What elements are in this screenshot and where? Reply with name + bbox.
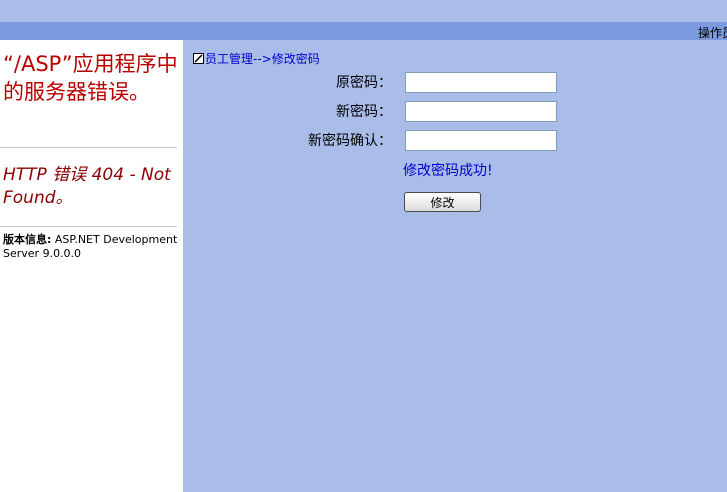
top-toolbar: 操作员 xyxy=(0,22,727,40)
new-password-label: 新密码： xyxy=(336,104,392,120)
divider xyxy=(0,147,177,148)
version-info: 版本信息: ASP.NET Development Server 9.0.0.0 xyxy=(3,233,179,261)
error-frame: “/ASP”应用程序中的服务器错误。 HTTP 错误 404 - Not Fou… xyxy=(0,40,183,492)
error-title: “/ASP”应用程序中的服务器错误。 xyxy=(3,52,178,104)
new-password-field[interactable] xyxy=(405,101,557,122)
confirm-password-field[interactable] xyxy=(405,130,557,151)
breadcrumb-text: 员工管理-->修改密码 xyxy=(205,52,320,66)
confirm-password-label: 新密码确认： xyxy=(308,133,392,149)
operator-label: 操作员 xyxy=(698,26,727,40)
old-password-label: 原密码： xyxy=(336,75,392,91)
divider xyxy=(0,226,177,227)
submit-button[interactable]: 修改 xyxy=(404,192,481,212)
error-code: HTTP 错误 404 - Not Found。 xyxy=(3,165,171,208)
version-label: 版本信息: xyxy=(3,233,52,246)
edit-icon xyxy=(193,53,204,64)
top-banner xyxy=(0,0,727,22)
success-message: 修改密码成功! xyxy=(403,163,493,179)
breadcrumb: 员工管理-->修改密码 xyxy=(193,50,320,68)
old-password-field[interactable] xyxy=(405,72,557,93)
